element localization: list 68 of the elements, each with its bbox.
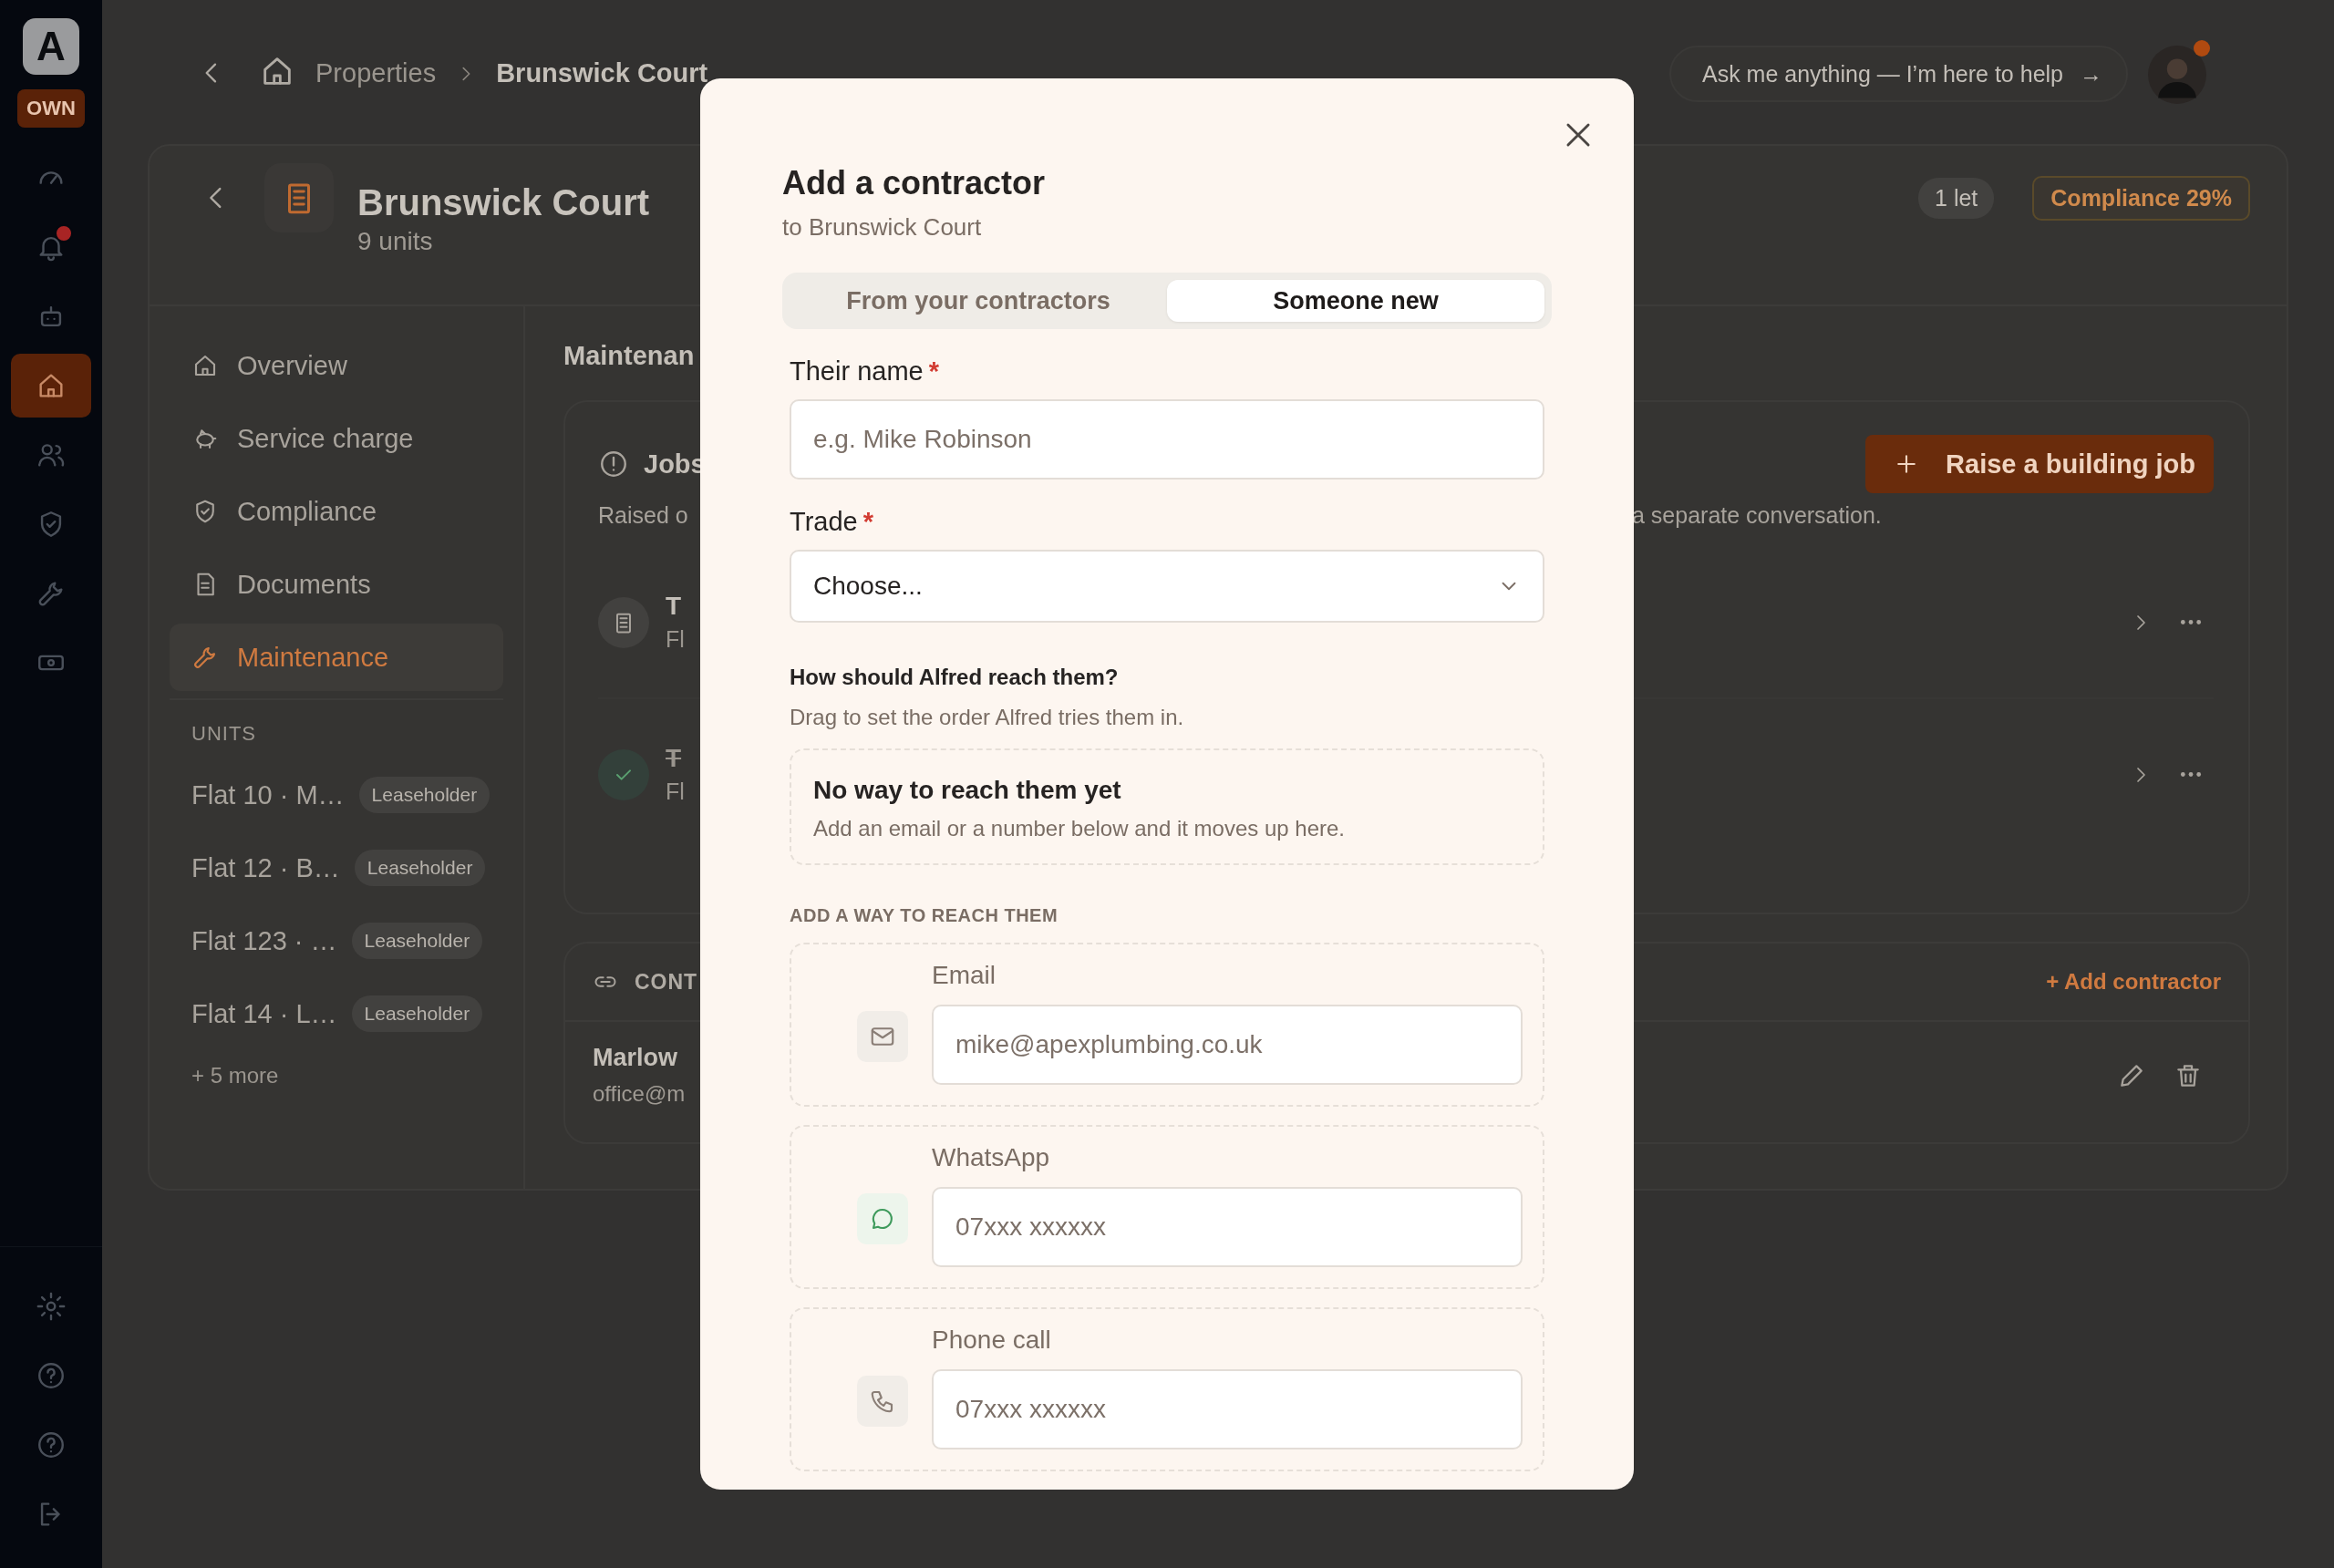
nav-item[interactable]: Overview — [170, 332, 503, 399]
tab[interactable]: From your contractors — [790, 280, 1167, 322]
more-icon[interactable] — [2179, 618, 2203, 626]
section-title: Maintenan — [563, 341, 695, 371]
tab[interactable]: Someone new — [1167, 280, 1544, 322]
role-tag: Leaseholder — [351, 923, 483, 959]
contact-field[interactable]: mike@apexplumbing.co.uk — [932, 1005, 1523, 1085]
role-tag: Leaseholder — [358, 777, 491, 813]
add-contractor-link[interactable]: + Add contractor — [2046, 969, 2221, 995]
section-heading: How should Alfred reach them? — [790, 665, 1120, 690]
status-badge: Compliance 29% — [2032, 175, 2250, 221]
nav-item[interactable]: Maintenance — [170, 624, 503, 691]
breadcrumb-item: Brunswick Court — [496, 58, 708, 88]
field-label: Trade — [790, 507, 858, 537]
dialog-subtitle: to Brunswick Court — [782, 213, 983, 242]
settings-icon — [36, 1291, 67, 1322]
alert-icon — [598, 449, 629, 480]
contact-field[interactable]: 07xxx xxxxxx — [932, 1187, 1523, 1267]
required-mark: * — [928, 356, 939, 387]
more-icon[interactable] — [2179, 770, 2203, 779]
role-tag: Leaseholder — [354, 850, 486, 886]
rail-item[interactable] — [11, 354, 91, 418]
avatar[interactable] — [2148, 46, 2206, 104]
empty-title: No way to reach them yet — [813, 776, 1122, 805]
property-title: Brunswick Court — [357, 181, 650, 223]
role-tag: Leaseholder — [351, 995, 483, 1032]
field-label: Phone call — [932, 1326, 1052, 1355]
empty-text: Add an email or a number below and it moves up here. — [813, 816, 1346, 841]
assistant-prompt-button[interactable]: Ask me anything — I’m here to help → — [1668, 46, 2128, 102]
trade-dropdown[interactable]: Choose... — [790, 550, 1544, 623]
unit-link[interactable]: Flat 10 · M… — [191, 779, 345, 810]
unit-link[interactable]: Flat 12 · B… — [191, 852, 340, 883]
mail-icon — [857, 1011, 908, 1062]
nav-item[interactable]: Compliance — [170, 478, 503, 545]
job-title[interactable]: T — [666, 592, 685, 621]
unit-link[interactable]: Flat 14 · L… — [191, 998, 337, 1029]
section-heading: UNITS — [191, 722, 257, 746]
contact-field[interactable]: 07xxx xxxxxx — [932, 1369, 1523, 1449]
field-label: WhatsApp — [932, 1143, 1051, 1172]
unit-link[interactable]: Flat 123 · … — [191, 925, 337, 956]
contractor-email: office@m — [593, 1081, 686, 1107]
chat-bubble-icon — [857, 1193, 908, 1244]
phone-icon — [857, 1376, 908, 1427]
panel-title: CONT — [635, 969, 698, 995]
help-icon — [36, 1429, 67, 1460]
dialog-title: Add a contractor — [782, 164, 1047, 202]
raise-job-button[interactable]: Raise a building job — [1865, 435, 2214, 493]
panel-description: a separate conversation. — [1632, 502, 1883, 529]
nav-item[interactable]: Service charge — [170, 405, 503, 472]
section-heading: ADD A WAY TO REACH THEM — [790, 905, 1059, 926]
breadcrumb-item[interactable]: Properties — [315, 58, 437, 88]
hint-text: Drag to set the order Alfred tries them in. — [790, 705, 1185, 730]
contractor-name: Marlow — [593, 1044, 678, 1072]
property-subtitle: 9 units — [357, 226, 434, 256]
app-logo[interactable]: A — [23, 18, 79, 75]
required-mark: * — [862, 507, 873, 537]
job-subtitle: Fl — [666, 626, 685, 653]
job-title[interactable]: T — [666, 744, 685, 773]
field-label: Their name — [790, 356, 924, 387]
role-badge: OWN — [17, 89, 85, 128]
panel-description: Raised o — [598, 502, 688, 529]
more-link[interactable]: + 5 more — [170, 1063, 503, 1088]
job-subtitle: Fl — [666, 779, 685, 805]
status-badge: 1 let — [1918, 177, 1995, 219]
help-icon — [36, 1360, 67, 1391]
nav-item[interactable]: Documents — [170, 551, 503, 618]
name-field[interactable]: e.g. Mike Robinson — [790, 399, 1544, 480]
field-label: Email — [932, 961, 997, 990]
